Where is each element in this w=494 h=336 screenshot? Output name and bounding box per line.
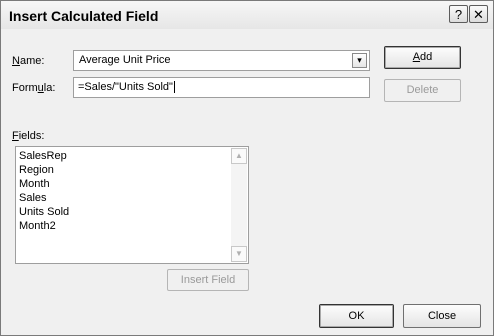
list-item[interactable]: Month2 bbox=[19, 220, 56, 232]
close-button[interactable]: Close bbox=[403, 304, 481, 328]
list-item[interactable]: Region bbox=[19, 164, 54, 176]
scroll-down-icon[interactable]: ▼ bbox=[231, 246, 247, 262]
name-label: Name: bbox=[12, 55, 45, 67]
fields-listbox[interactable]: SalesRep Region Month Sales Units Sold M… bbox=[15, 146, 249, 264]
insert-field-button[interactable]: Insert Field bbox=[167, 269, 249, 291]
chevron-down-icon[interactable]: ▾ bbox=[352, 53, 367, 68]
name-combobox[interactable]: Average Unit Price ▾ bbox=[73, 50, 370, 71]
list-item[interactable]: Units Sold bbox=[19, 206, 69, 218]
scrollbar[interactable]: ▲ ▼ bbox=[231, 148, 247, 262]
list-item[interactable]: SalesRep bbox=[19, 150, 67, 162]
formula-value: =Sales/"Units Sold" bbox=[78, 81, 173, 93]
dialog-title: Insert Calculated Field bbox=[9, 8, 159, 24]
scroll-up-icon[interactable]: ▲ bbox=[231, 148, 247, 164]
ok-button[interactable]: OK bbox=[319, 304, 394, 328]
delete-button[interactable]: Delete bbox=[384, 79, 461, 102]
formula-label: Formula: bbox=[12, 82, 56, 94]
title-bar: Insert Calculated Field ? ✕ bbox=[1, 1, 493, 29]
help-button[interactable]: ? bbox=[449, 5, 468, 23]
list-item[interactable]: Sales bbox=[19, 192, 47, 204]
formula-input[interactable]: =Sales/"Units Sold" bbox=[73, 77, 370, 98]
insert-calculated-field-dialog: Insert Calculated Field ? ✕ Name: Averag… bbox=[0, 0, 494, 336]
list-item[interactable]: Month bbox=[19, 178, 50, 190]
fields-label: Fields: bbox=[12, 130, 45, 142]
text-caret bbox=[173, 81, 175, 93]
name-value: Average Unit Price bbox=[79, 54, 171, 66]
close-icon[interactable]: ✕ bbox=[469, 5, 488, 23]
add-button[interactable]: Add bbox=[384, 46, 461, 69]
